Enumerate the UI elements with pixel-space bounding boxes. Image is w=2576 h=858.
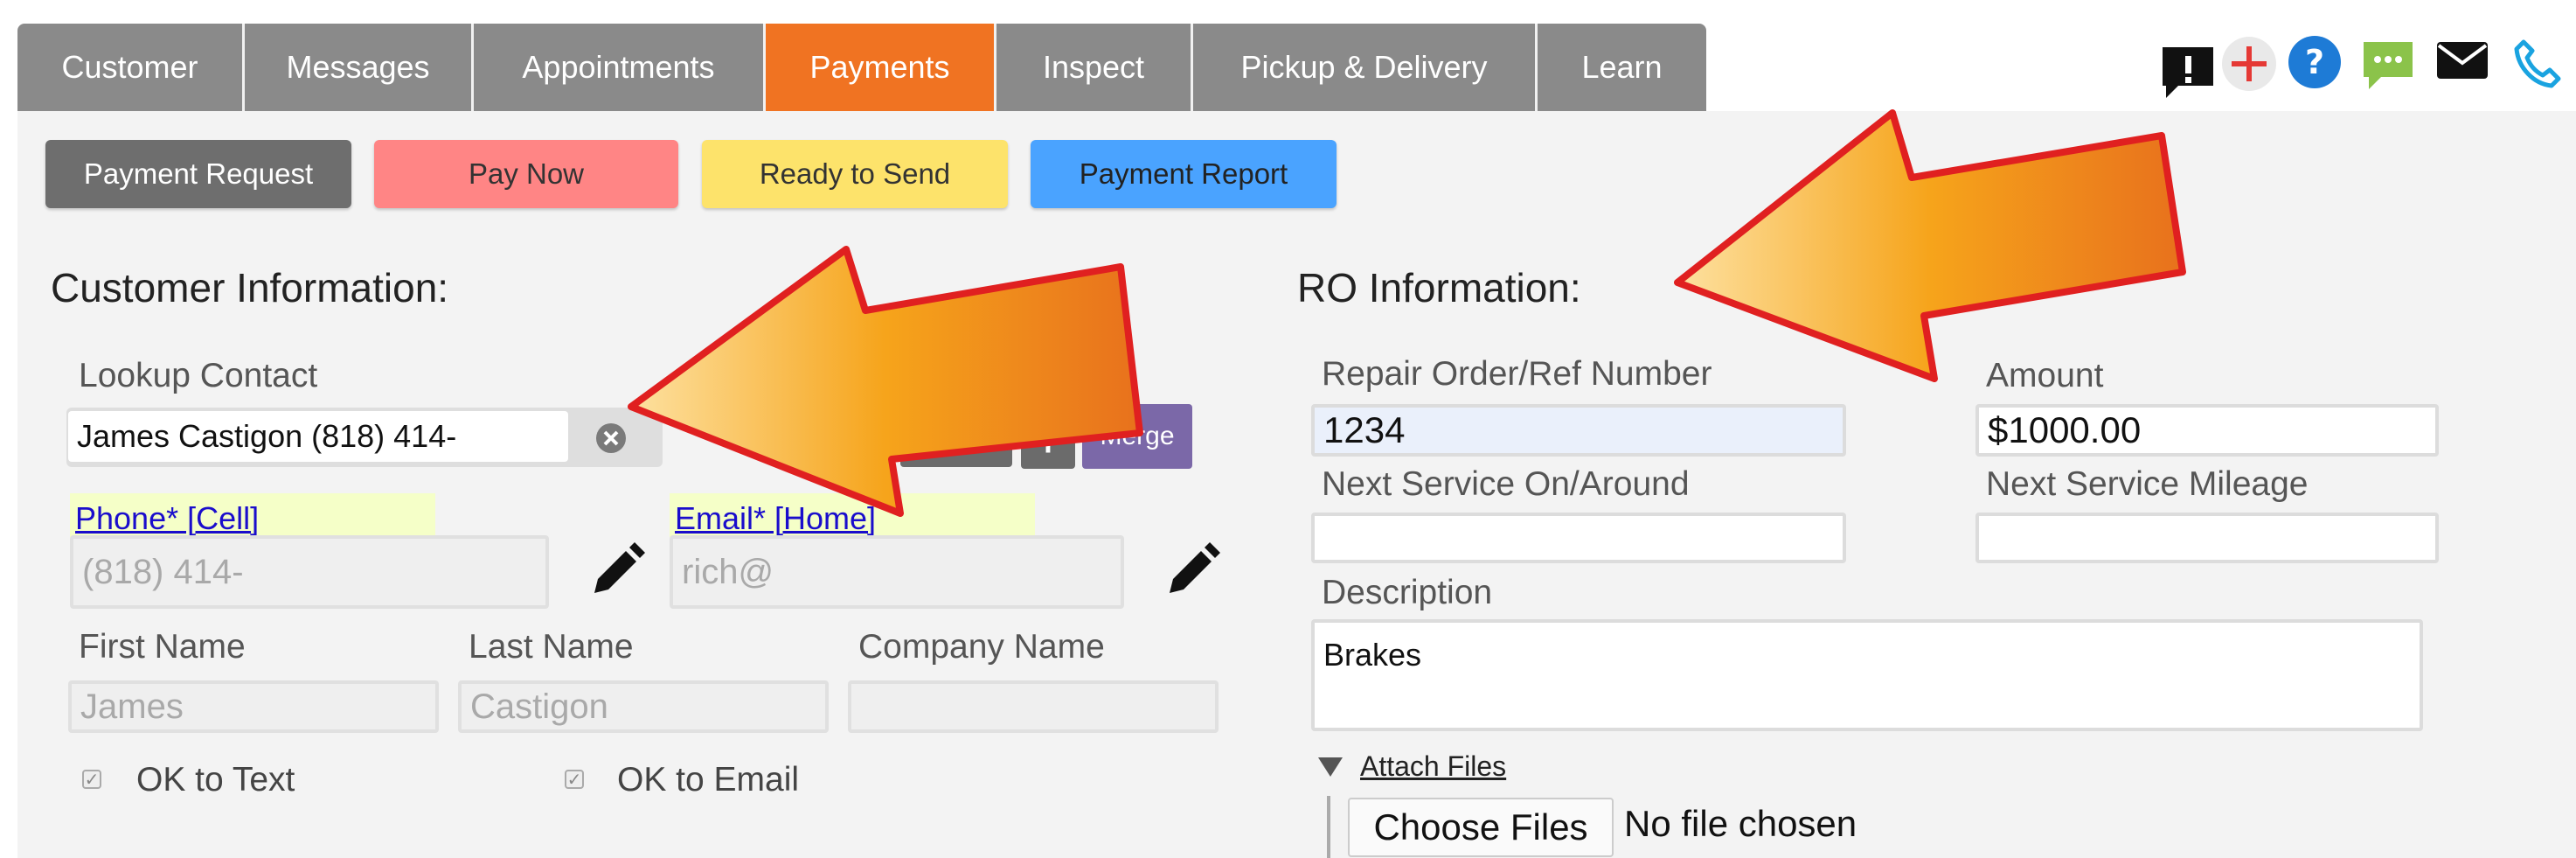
choose-files-button[interactable]: Choose Files bbox=[1348, 798, 1614, 857]
ready-to-send-button[interactable]: Ready to Send bbox=[702, 140, 1008, 208]
no-file-text: No file chosen bbox=[1624, 803, 1857, 844]
description-textarea[interactable]: Brakes bbox=[1311, 619, 2423, 731]
tab-pickup-delivery[interactable]: Pickup & Delivery bbox=[1193, 24, 1538, 111]
next-service-label: Next Service On/Around bbox=[1322, 465, 1690, 503]
next-mileage-field[interactable] bbox=[1975, 513, 2439, 563]
help-icon[interactable]: ? bbox=[2288, 35, 2342, 89]
ok-to-text-checkbox[interactable]: ✓ bbox=[82, 770, 101, 790]
phone-link[interactable]: Phone* [Cell] bbox=[75, 500, 259, 537]
ok-to-email-checkbox[interactable]: ✓ bbox=[565, 770, 584, 790]
tab-learn[interactable]: Learn bbox=[1538, 24, 1706, 111]
svg-text:?: ? bbox=[2305, 43, 2324, 81]
tab-appointments[interactable]: Appointments bbox=[474, 24, 766, 111]
tab-payments[interactable]: Payments bbox=[766, 24, 996, 111]
lookup-contact-input[interactable]: James Castigon (818) 414- bbox=[68, 411, 568, 462]
pay-now-button[interactable]: Pay Now bbox=[374, 140, 678, 208]
tab-messages[interactable]: Messages bbox=[245, 24, 474, 111]
phone-field[interactable]: (818) 414- bbox=[70, 535, 549, 609]
lookup-contact-label: Lookup Contact bbox=[79, 357, 318, 394]
company-name-field[interactable] bbox=[848, 680, 1219, 733]
first-name-label: First Name bbox=[79, 628, 246, 666]
amount-field[interactable]: $1000.00 bbox=[1975, 404, 2439, 457]
arrow-annotation-icon bbox=[628, 246, 1143, 517]
mail-icon[interactable] bbox=[2435, 38, 2489, 82]
expand-triangle-icon[interactable] bbox=[1318, 757, 1343, 777]
arrow-annotation-icon bbox=[1674, 109, 2186, 382]
pencil-icon[interactable] bbox=[1163, 542, 1220, 600]
customer-info-title: Customer Information: bbox=[51, 265, 449, 310]
payment-report-button[interactable]: Payment Report bbox=[1031, 140, 1337, 208]
tab-customer[interactable]: Customer bbox=[17, 24, 245, 111]
ro-number-field[interactable]: 1234 bbox=[1311, 404, 1846, 457]
description-label: Description bbox=[1322, 574, 1493, 611]
attach-files-link[interactable]: Attach Files bbox=[1360, 750, 1506, 783]
next-service-field[interactable] bbox=[1311, 513, 1846, 563]
ro-number-label: Repair Order/Ref Number bbox=[1322, 355, 1712, 393]
first-name-field[interactable]: James bbox=[68, 680, 439, 733]
pencil-icon[interactable] bbox=[587, 542, 645, 600]
alert-icon[interactable] bbox=[2159, 44, 2217, 101]
tab-inspect[interactable]: Inspect bbox=[996, 24, 1193, 111]
payment-request-button[interactable]: Payment Request bbox=[45, 140, 351, 208]
last-name-field[interactable]: Castigon bbox=[458, 680, 829, 733]
email-field[interactable]: rich@ bbox=[670, 535, 1124, 609]
next-mileage-label: Next Service Mileage bbox=[1986, 465, 2309, 503]
attach-divider bbox=[1327, 796, 1330, 858]
last-name-label: Last Name bbox=[469, 628, 634, 666]
ok-to-text-label: OK to Text bbox=[136, 761, 295, 799]
add-icon[interactable] bbox=[2220, 35, 2278, 93]
ro-info-title: RO Information: bbox=[1297, 265, 1581, 310]
ok-to-email-label: OK to Email bbox=[617, 761, 800, 799]
phone-icon[interactable] bbox=[2511, 37, 2564, 89]
tab-bar: Customer Messages Appointments Payments … bbox=[17, 24, 1706, 111]
chat-icon[interactable] bbox=[2360, 38, 2416, 93]
company-name-label: Company Name bbox=[858, 628, 1105, 666]
